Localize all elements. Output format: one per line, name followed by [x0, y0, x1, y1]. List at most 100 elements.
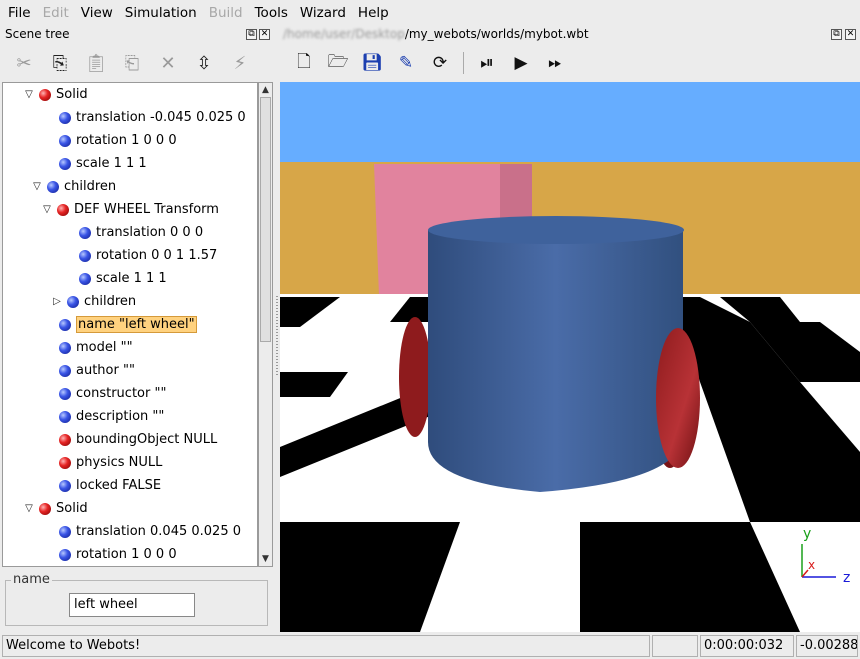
field-icon	[59, 479, 71, 492]
collapse-arrow-icon[interactable]: ▽	[23, 89, 35, 100]
tree-row-label: scale 1 1 1	[76, 156, 147, 171]
menu-view[interactable]: View	[75, 0, 119, 26]
tree-row[interactable]: translation 0 0 0	[79, 221, 203, 244]
step-icon[interactable]: ⏯︎	[470, 48, 504, 78]
tree-row-label: author ""	[76, 363, 135, 378]
scene-tree-title: Scene tree	[5, 27, 70, 41]
tree-row[interactable]: name "left wheel"	[59, 313, 197, 336]
tree-row[interactable]: ▷ children	[51, 290, 136, 313]
close-dock-button[interactable]: ✕	[259, 29, 270, 40]
tree-row-label: translation 0 0 0	[96, 225, 204, 240]
right-wheel	[656, 328, 700, 468]
tree-row[interactable]: boundingObject NULL	[59, 428, 217, 451]
copy-icon[interactable]: ⎘	[42, 48, 78, 78]
tree-row[interactable]: physics NULL	[59, 451, 162, 474]
world-path-blurred: /home/user/Desktop	[283, 27, 405, 41]
tree-row[interactable]: translation -0.045 0.025 0	[59, 106, 246, 129]
scene-tree-dock: Scene tree ⧉ ✕ ✂ ⎘ 📋︎ ⎗ ✕ ⇳ ⚡︎ ▽ Solid tra…	[0, 26, 275, 632]
new-world-icon[interactable]: 🗋︎	[287, 48, 321, 78]
axis-y-label: y	[803, 526, 811, 542]
tree-row[interactable]: ▽ Solid	[23, 83, 88, 106]
paste-icon[interactable]: 📋︎	[78, 48, 114, 78]
menu-wizard[interactable]: Wizard	[294, 0, 352, 26]
tree-row-label: scale 1 1 1	[96, 271, 167, 286]
tree-row[interactable]: ▽ children	[31, 175, 116, 198]
open-world-icon[interactable]: 🗁︎	[321, 48, 355, 78]
collapse-arrow-icon[interactable]: ▽	[23, 503, 35, 514]
revert-icon[interactable]: ⟳	[423, 48, 457, 78]
collapse-arrow-icon[interactable]: ▽	[31, 181, 43, 192]
tree-row[interactable]: rotation 0 0 1 1.57	[79, 244, 217, 267]
tree-row[interactable]: ▽ DEF WHEEL Transform	[41, 198, 219, 221]
3d-scene-view[interactable]: y x z	[280, 82, 860, 632]
close-view-button[interactable]: ✕	[845, 29, 856, 40]
3d-scene: y x z	[280, 82, 860, 632]
fast-icon[interactable]: ⏩︎	[538, 48, 572, 78]
scroll-down-icon[interactable]: ▼	[259, 552, 272, 566]
tree-row[interactable]: rotation 1 0 0 0	[59, 129, 177, 152]
tree-row[interactable]: ▽ Solid	[23, 497, 88, 520]
toolbar-separator	[463, 52, 464, 74]
world-toolbar: 🗋︎ 🗁︎ 💾︎ ✎ ⟳ ⏯︎ ▶ ⏩︎	[279, 44, 860, 82]
tree-row[interactable]: scale 1 1 1	[59, 152, 147, 175]
sky	[280, 82, 860, 162]
float-dock-button[interactable]: ⧉	[246, 29, 257, 40]
tree-row-label: rotation 1 0 0 0	[76, 547, 177, 562]
tree-row[interactable]: author ""	[59, 359, 135, 382]
transform-icon[interactable]: ⚡︎	[222, 48, 258, 78]
tree-row-label: DEF WHEEL Transform	[74, 202, 219, 217]
3d-view-dock: /home/user/Desktop/my_webots/worlds/mybo…	[279, 26, 860, 632]
menu-tools[interactable]: Tools	[249, 0, 294, 26]
node-icon	[59, 433, 71, 446]
tree-row-label: Solid	[56, 87, 88, 102]
paste-after-icon[interactable]: ⎗	[114, 48, 150, 78]
delete-icon[interactable]: ✕	[150, 48, 186, 78]
simulation-time: 0:00:00:032	[700, 635, 794, 657]
save-as-icon[interactable]: ✎	[389, 48, 423, 78]
tree-row-label: locked FALSE	[76, 478, 162, 493]
status-empty-cell	[652, 635, 698, 657]
scroll-up-icon[interactable]: ▲	[259, 83, 272, 97]
field-editor: name left wheel	[5, 572, 268, 626]
tree-row-label: translation -0.045 0.025 0	[76, 110, 246, 125]
tree-row-label: boundingObject NULL	[76, 432, 218, 447]
float-view-button[interactable]: ⧉	[831, 29, 842, 40]
tree-row[interactable]: scale 1 1 1	[79, 267, 167, 290]
scene-tree[interactable]: ▽ Solid translation -0.045 0.025 0 rotation…	[2, 82, 258, 567]
scroll-thumb[interactable]	[260, 97, 271, 342]
expand-arrow-icon[interactable]: ▷	[51, 296, 63, 307]
run-icon[interactable]: ▶	[504, 48, 538, 78]
tree-row[interactable]: locked FALSE	[59, 474, 161, 497]
menu-file[interactable]: File	[2, 0, 37, 26]
tree-row[interactable]: translation 0.045 0.025 0	[59, 520, 241, 543]
menu-help[interactable]: Help	[352, 0, 395, 26]
name-field[interactable]: left wheel	[69, 593, 195, 617]
tree-row-label: constructor ""	[76, 386, 167, 401]
field-icon	[59, 318, 71, 331]
status-message: Welcome to Webots!	[2, 635, 650, 657]
field-icon	[79, 272, 91, 285]
menu-edit[interactable]: Edit	[37, 0, 75, 26]
field-icon	[59, 410, 71, 423]
tree-row-label: translation 0.045 0.025 0	[76, 524, 242, 539]
menu-simulation[interactable]: Simulation	[119, 0, 203, 26]
save-world-icon[interactable]: 💾︎	[355, 48, 389, 78]
tree-row-label: rotation 0 0 1 1.57	[96, 248, 218, 263]
status-bar: Welcome to Webots! 0:00:00:032 -0.00288	[0, 633, 860, 659]
collapse-arrow-icon[interactable]: ▽	[41, 204, 53, 215]
tree-row[interactable]: rotation 1 0 0 0	[59, 543, 177, 566]
field-icon	[59, 111, 71, 124]
cut-icon[interactable]: ✂	[6, 48, 42, 78]
scene-tree-scrollbar[interactable]: ▲ ▼	[258, 82, 273, 567]
field-icon	[47, 180, 59, 193]
tree-row[interactable]: model ""	[59, 336, 133, 359]
reset-value-icon[interactable]: ⇳	[186, 48, 222, 78]
field-icon	[59, 548, 71, 561]
splitter-grip[interactable]	[276, 296, 278, 376]
field-icon	[79, 226, 91, 239]
field-icon	[59, 341, 71, 354]
menu-build[interactable]: Build	[203, 0, 249, 26]
tree-row[interactable]: constructor ""	[59, 382, 166, 405]
tree-row[interactable]: description ""	[59, 405, 164, 428]
world-path: /home/user/Desktop/my_webots/worlds/mybo…	[279, 26, 860, 43]
